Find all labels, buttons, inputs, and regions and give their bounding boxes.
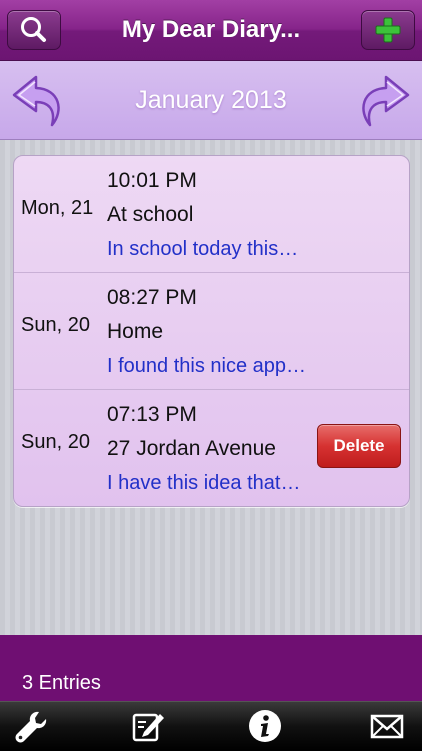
- add-entry-button[interactable]: [361, 10, 415, 50]
- mail-button[interactable]: [369, 708, 405, 744]
- edit-icon: [132, 713, 164, 742]
- month-label: January 2013: [135, 86, 287, 114]
- edit-button[interactable]: [130, 708, 166, 744]
- entry-snippet: I have this idea that…: [107, 472, 301, 494]
- info-button[interactable]: [247, 708, 283, 744]
- entry-title: At school: [107, 203, 194, 226]
- mail-icon: [370, 714, 404, 739]
- list-item[interactable]: Sun, 20 07:13 PM 27 Jordan Avenue I have…: [14, 390, 409, 506]
- next-month-button[interactable]: [354, 71, 414, 131]
- entry-snippet: In school today this…: [107, 238, 299, 260]
- search-icon: [21, 17, 46, 42]
- entries-area: Mon, 21 10:01 PM At school In school tod…: [0, 140, 422, 635]
- entry-title: Home: [107, 320, 164, 343]
- previous-month-button[interactable]: [8, 71, 68, 131]
- search-button[interactable]: [7, 10, 61, 50]
- entry-date: Mon, 21: [21, 197, 94, 219]
- entry-date: Sun, 20: [21, 431, 90, 453]
- info-icon: [249, 710, 281, 742]
- app-title: My Dear Diary...: [121, 16, 301, 43]
- entry-time: 07:13 PM: [107, 403, 197, 426]
- plus-icon: [375, 17, 401, 43]
- month-bar: January 2013: [0, 61, 422, 140]
- entry-snippet: I found this nice app…: [107, 355, 307, 377]
- curved-arrow-left-icon: [12, 75, 60, 127]
- entry-date: Sun, 20: [21, 314, 90, 336]
- delete-button[interactable]: Delete: [317, 424, 401, 468]
- entries-list: Mon, 21 10:01 PM At school In school tod…: [13, 155, 410, 507]
- bottom-toolbar: [0, 701, 422, 751]
- wrench-icon: [15, 711, 47, 743]
- entries-count: 3 Entries: [22, 672, 101, 694]
- top-nav-bar: My Dear Diary...: [0, 0, 422, 61]
- list-item[interactable]: Sun, 20 08:27 PM Home I found this nice …: [14, 273, 409, 390]
- settings-button[interactable]: [12, 708, 48, 744]
- entry-time: 10:01 PM: [107, 169, 197, 192]
- footer-bar: 3 Entries: [0, 635, 422, 701]
- entry-title: 27 Jordan Avenue: [107, 437, 276, 460]
- entry-time: 08:27 PM: [107, 286, 197, 309]
- list-item[interactable]: Mon, 21 10:01 PM At school In school tod…: [14, 156, 409, 273]
- curved-arrow-right-icon: [362, 75, 410, 127]
